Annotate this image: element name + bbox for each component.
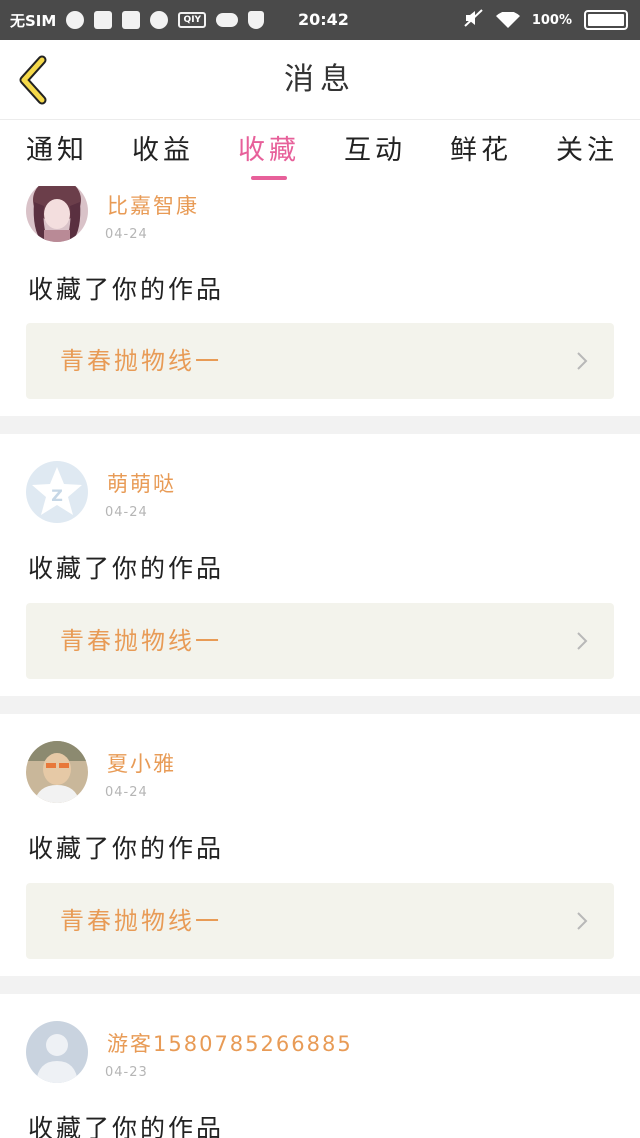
list-item: 游客1580785266885 04-23 收藏了你的作品 [0,994,640,1138]
tab-favorites[interactable]: 收藏 [234,120,304,186]
globe-icon [150,11,169,29]
iqiyi-icon: QIY [178,12,207,28]
mute-icon [464,9,484,31]
tab-label: 收藏 [238,135,300,166]
work-link[interactable]: 青春抛物线一 [26,603,614,679]
message-date: 04-24 [105,505,148,520]
work-link[interactable]: 青春抛物线一 [26,323,614,399]
tab-follows[interactable]: 关注 [552,120,622,186]
tab-bar: 通知 收益 收藏 互动 鲜花 关注 [0,120,640,186]
divider [0,416,640,434]
battery-value: 100 [531,12,559,28]
list-item: 比嘉智康 04-24 收藏了你的作品 青春抛物线一 [0,186,640,416]
tab-label: 互动 [344,135,406,166]
status-bar-left: 无SIM QIY [10,0,265,40]
message-date: 04-23 [105,1065,148,1080]
tab-label: 收益 [132,135,194,166]
username: 比嘉智康 [107,194,199,218]
mail-icon [122,11,141,29]
work-title: 青春抛物线一 [60,907,222,935]
avatar[interactable]: Z [26,461,88,523]
message-action: 收藏了你的作品 [28,554,225,583]
cloud-icon [216,13,239,27]
list-item: 夏小雅 04-24 收藏了你的作品 青春抛物线一 [0,714,640,976]
divider [0,976,640,994]
tab-label: 鲜花 [450,135,512,166]
chevron-right-icon [577,352,588,370]
tab-flowers[interactable]: 鲜花 [446,120,516,186]
work-title: 青春抛物线一 [60,627,222,655]
tab-notifications[interactable]: 通知 [22,120,92,186]
anime-girl-avatar-icon [26,186,88,242]
work-title: 青春抛物线一 [60,347,222,375]
message-action: 收藏了你的作品 [28,275,225,304]
username: 游客1580785266885 [107,1032,353,1056]
divider [0,696,640,714]
tab-label: 通知 [26,135,88,166]
message-action: 收藏了你的作品 [28,834,225,863]
carrier-text: 无SIM [10,11,57,30]
svg-text:Z: Z [51,486,63,505]
status-bar: 无SIM QIY 20:42 100% [0,0,640,40]
app-header: 消息 [0,40,640,120]
wifi-icon [495,12,520,28]
message-action: 收藏了你的作品 [28,1114,225,1138]
message-list[interactable]: 比嘉智康 04-24 收藏了你的作品 青春抛物线一 Z 萌萌哒 04-24 收藏… [0,186,640,1138]
avatar[interactable] [26,1021,88,1083]
list-item: Z 萌萌哒 04-24 收藏了你的作品 青春抛物线一 [0,434,640,696]
shield-icon [248,11,265,29]
avatar[interactable] [26,186,88,242]
username: 萌萌哒 [107,472,176,496]
message-date: 04-24 [105,785,148,800]
message-date: 04-24 [105,227,148,242]
chevron-right-icon [577,632,588,650]
tab-active-indicator [251,176,287,180]
clipboard-icon [94,11,113,29]
work-link[interactable]: 青春抛物线一 [26,883,614,959]
status-bar-right: 100% [464,0,628,40]
photo-avatar-icon [26,741,88,803]
status-time: 20:42 [298,10,349,29]
avatar[interactable] [26,741,88,803]
battery-percent: 100% [531,12,572,28]
chevron-right-icon [577,912,588,930]
tab-earnings[interactable]: 收益 [128,120,198,186]
sync-icon [66,11,85,29]
qq-default-avatar-icon: Z [26,461,88,523]
page-title: 消息 [284,62,356,97]
username: 夏小雅 [107,752,176,776]
guest-avatar-icon [26,1021,88,1083]
tab-interactions[interactable]: 互动 [340,120,410,186]
tab-label: 关注 [556,135,618,166]
battery-icon [584,10,628,30]
